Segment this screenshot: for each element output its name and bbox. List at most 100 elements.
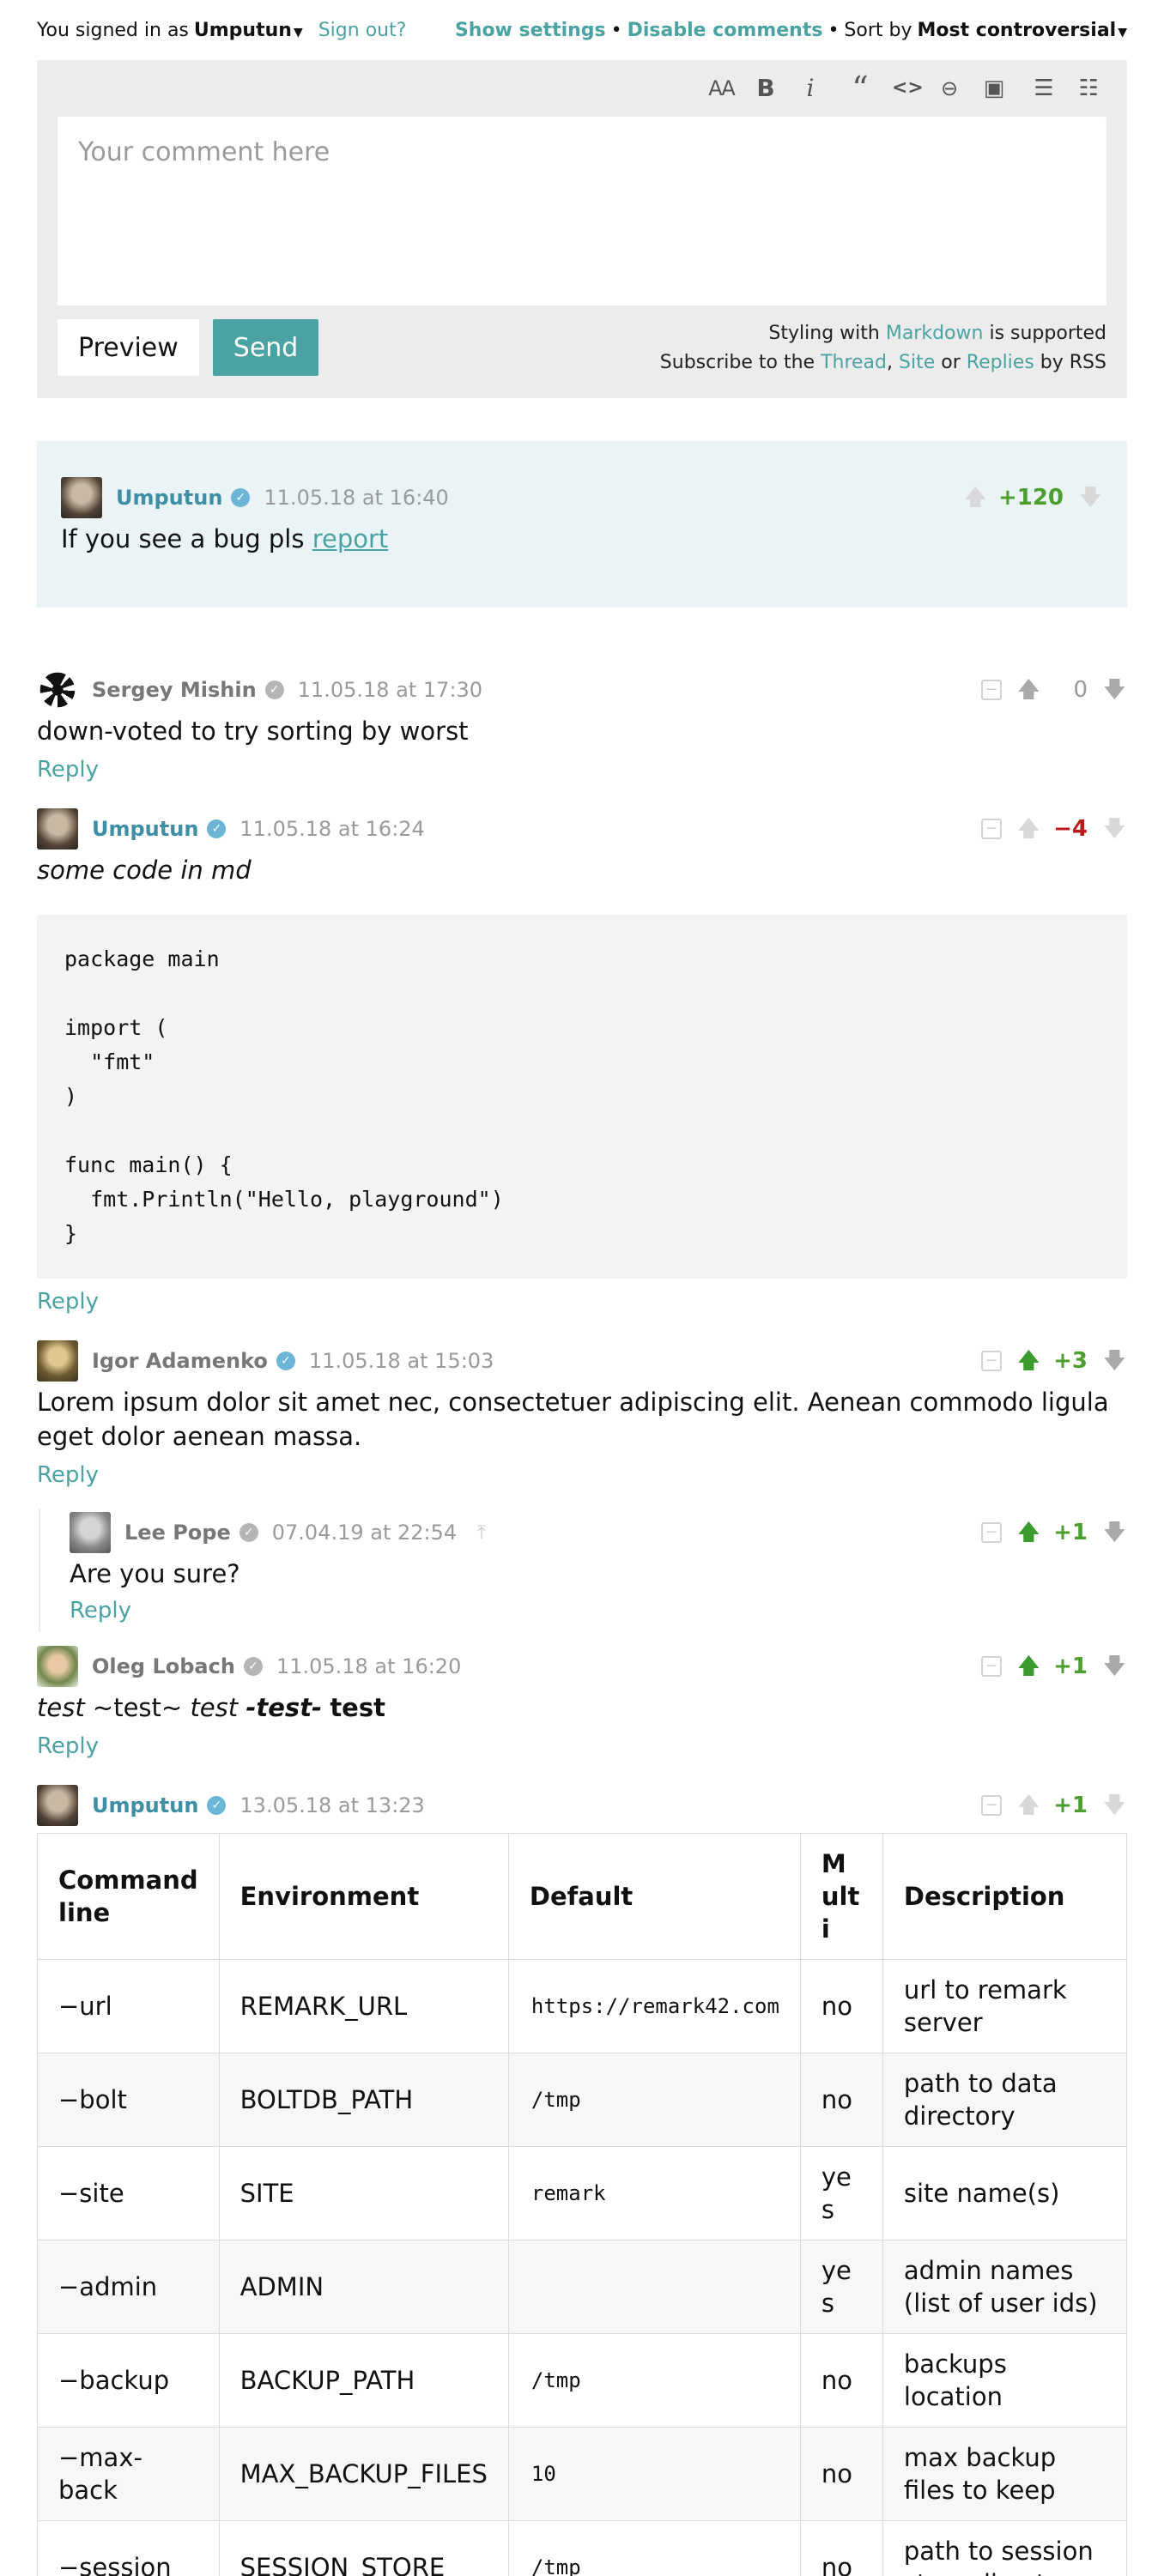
collapse-icon[interactable]: − <box>981 680 1002 700</box>
go-to-parent-icon[interactable]: ⤒ <box>477 1522 486 1544</box>
signed-in-label: You signed in as <box>37 19 189 41</box>
comment-score: +1 <box>1053 1793 1088 1818</box>
reply-link[interactable]: Reply <box>70 1598 1127 1632</box>
comment-author[interactable]: Umputun <box>92 1793 198 1817</box>
top-bar: You signed in as Umputun ▼ Sign out? Show… <box>37 0 1127 60</box>
upvote-icon[interactable]: 🡅 <box>1017 1655 1040 1678</box>
downvote-icon[interactable]: 🡇 <box>1103 818 1126 840</box>
upvote-icon[interactable]: 🡅 <box>1017 679 1040 701</box>
report-link[interactable]: report <box>312 524 389 553</box>
reply-link[interactable]: Reply <box>37 1462 1127 1493</box>
downvote-icon[interactable]: 🡇 <box>1103 1794 1126 1817</box>
user-menu[interactable]: Umputun ▼ <box>194 20 303 41</box>
table-cell: BACKUP_PATH <box>218 2333 509 2428</box>
comment-time[interactable]: 07.04.19 at 22:54 <box>272 1521 457 1545</box>
comment-time[interactable]: 13.05.18 at 13:23 <box>239 1793 424 1817</box>
reply-link[interactable]: Reply <box>37 1733 1127 1764</box>
downvote-icon[interactable]: 🡇 <box>1103 1521 1126 1544</box>
upvote-icon[interactable]: 🡅 <box>1017 1794 1040 1817</box>
avatar[interactable] <box>37 808 78 850</box>
downvote-icon[interactable]: 🡇 <box>1079 487 1102 509</box>
sort-select[interactable]: Most controversial ▼ <box>918 20 1128 41</box>
sign-out-link[interactable]: Sign out? <box>318 20 407 41</box>
preview-button[interactable]: Preview <box>58 319 199 376</box>
comment-time[interactable]: 11.05.18 at 15:03 <box>309 1349 494 1373</box>
avatar[interactable] <box>61 477 102 518</box>
reply-link[interactable]: Reply <box>37 757 1127 788</box>
site-rss-link[interactable]: Site <box>899 352 935 373</box>
downvote-icon[interactable]: 🡇 <box>1103 679 1126 701</box>
table-cell: site name(s) <box>882 2146 1128 2240</box>
table-cell: SITE <box>218 2146 509 2240</box>
reply-link[interactable]: Reply <box>37 1289 1127 1320</box>
verified-icon: ✓ <box>243 1657 263 1676</box>
comment: Sergey Mishin ✓ 11.05.18 at 17:30 − 🡅 0 … <box>37 666 1127 788</box>
upvote-icon[interactable]: 🡅 <box>1017 1521 1040 1544</box>
comment-time[interactable]: 11.05.18 at 16:40 <box>264 486 448 510</box>
table-cell <box>507 2240 801 2334</box>
comment-author[interactable]: Igor Adamenko <box>92 1349 268 1373</box>
collapse-icon[interactable]: − <box>981 1351 1002 1371</box>
comment-author[interactable]: Umputun <box>116 486 222 510</box>
quote-icon[interactable]: “ <box>847 72 873 105</box>
verified-icon: ✓ <box>264 680 284 699</box>
comment-time[interactable]: 11.05.18 at 17:30 <box>298 678 482 702</box>
collapse-icon[interactable]: − <box>981 1656 1002 1677</box>
disable-comments-link[interactable]: Disable comments <box>627 20 823 41</box>
table-cell: −url <box>37 1959 220 2053</box>
comment-text: Lorem ipsum dolor sit amet nec, consecte… <box>37 1388 1109 1451</box>
code-icon[interactable]: <> <box>892 76 924 101</box>
bold-icon[interactable]: B <box>753 76 779 101</box>
heading-icon[interactable]: AA <box>708 76 736 101</box>
comment-time[interactable]: 11.05.18 at 16:24 <box>239 817 424 841</box>
table-cell: path to data directory <box>882 2053 1128 2147</box>
comment-time[interactable]: 11.05.18 at 16:20 <box>276 1654 461 1678</box>
ordered-list-icon[interactable]: ☷ <box>1076 76 1101 101</box>
italic-icon[interactable]: i <box>797 76 823 101</box>
table-row: −backup BACKUP_PATH/tmp no backups location <box>37 2333 1128 2428</box>
comment-text: some code in md <box>37 856 252 885</box>
avatar[interactable] <box>39 672 76 708</box>
comment-editor: AA B i “ <> ⊖ ▣ ☰ ☷ Your comment here Pr… <box>37 60 1127 398</box>
send-button[interactable]: Send <box>212 319 319 376</box>
show-settings-link[interactable]: Show settings <box>455 20 606 41</box>
table-cell: /tmp <box>507 2053 801 2147</box>
comment-author[interactable]: Umputun <box>92 817 198 841</box>
markdown-toolbar: AA B i “ <> ⊖ ▣ ☰ ☷ <box>58 60 1106 117</box>
downvote-icon[interactable]: 🡇 <box>1103 1655 1126 1678</box>
collapse-icon[interactable]: − <box>981 819 1002 839</box>
comment: Oleg Lobach ✓ 11.05.18 at 16:20 − 🡅 +1 🡇… <box>37 1642 1127 1764</box>
markdown-link[interactable]: Markdown <box>886 323 984 344</box>
table-cell: −max-back <box>37 2427 220 2521</box>
image-icon[interactable]: ▣ <box>981 76 1007 101</box>
upvote-icon[interactable]: 🡅 <box>1017 1350 1040 1372</box>
comment-text: If you see a bug pls report <box>61 524 389 553</box>
link-icon[interactable]: ⊖ <box>937 76 962 101</box>
comment-score: +1 <box>1053 1520 1088 1545</box>
collapse-icon[interactable]: − <box>981 1795 1002 1816</box>
comment-score: +120 <box>997 485 1064 511</box>
table-header: Command line <box>37 1833 220 1960</box>
collapse-icon[interactable]: − <box>981 1522 1002 1543</box>
table-cell: −admin <box>37 2240 220 2334</box>
upvote-icon[interactable]: 🡅 <box>964 487 987 509</box>
table-cell: −session <box>37 2520 220 2576</box>
downvote-icon[interactable]: 🡇 <box>1103 1350 1126 1372</box>
comment-author[interactable]: Oleg Lobach <box>92 1654 235 1678</box>
options-table: Command line Environment Default Multi D… <box>37 1833 1128 2576</box>
avatar[interactable] <box>37 1646 78 1687</box>
avatar[interactable] <box>37 1785 78 1826</box>
table-row: −max-back MAX_BACKUP_FILES 10 no max backup … <box>37 2427 1128 2521</box>
table-row: −bolt BOLTDB_PATH/tmp no path to data direc… <box>37 2053 1128 2147</box>
comment-author[interactable]: Sergey Mishin <box>92 678 257 702</box>
upvote-icon[interactable]: 🡅 <box>1017 818 1040 840</box>
table-cell: SESSION_STORE <box>218 2520 509 2576</box>
unordered-list-icon[interactable]: ☰ <box>1031 76 1057 101</box>
avatar[interactable] <box>37 1340 78 1382</box>
comment-author[interactable]: Lee Pope <box>124 1521 231 1545</box>
thread-rss-link[interactable]: Thread <box>821 352 887 373</box>
replies-rss-link[interactable]: Replies <box>967 352 1034 373</box>
comment-textarea[interactable]: Your comment here <box>58 117 1106 305</box>
avatar[interactable] <box>70 1512 111 1553</box>
table-cell: no <box>799 2333 883 2428</box>
